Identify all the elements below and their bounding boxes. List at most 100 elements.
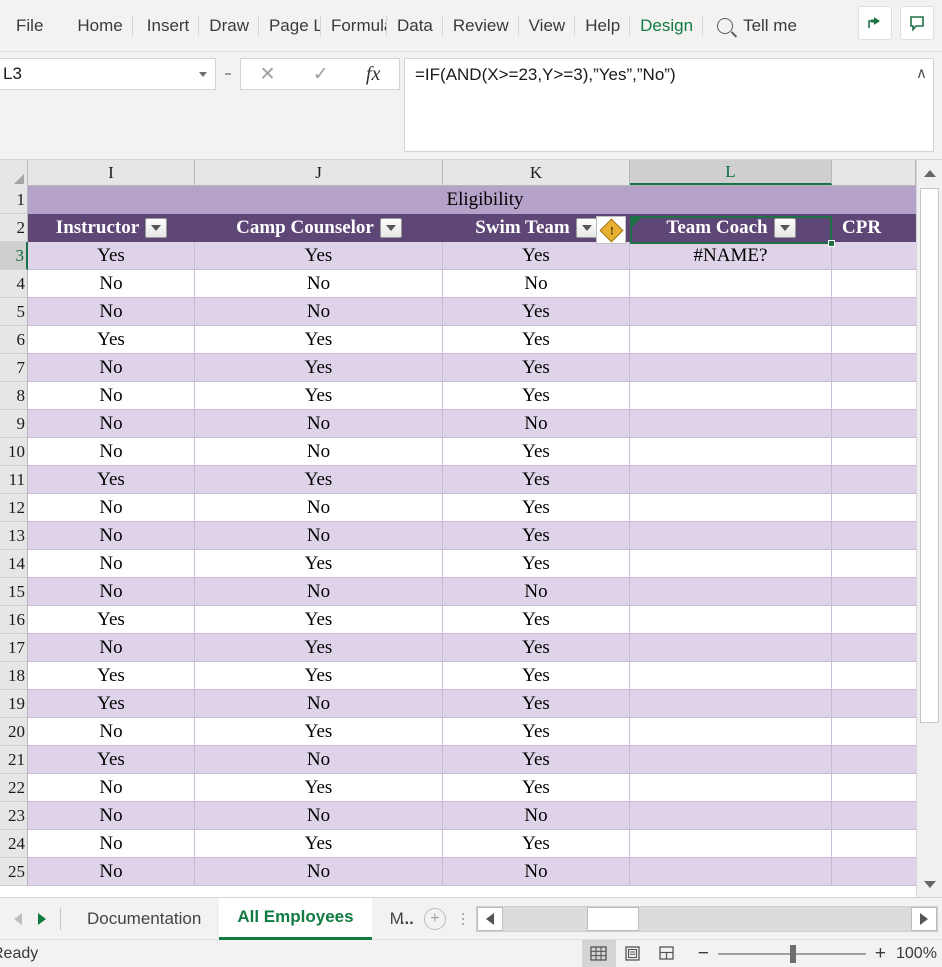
table-cell[interactable]: [832, 774, 916, 802]
table-cell[interactable]: Yes: [443, 634, 630, 662]
table-cell[interactable]: Yes: [443, 494, 630, 522]
table-cell[interactable]: [832, 466, 916, 494]
row-header-24[interactable]: 24: [0, 830, 28, 858]
table-cell[interactable]: No: [195, 522, 443, 550]
filter-dropdown-instructor[interactable]: [145, 218, 168, 238]
table-cell[interactable]: Yes: [195, 718, 443, 746]
table-cell[interactable]: [630, 382, 832, 410]
row-header-3[interactable]: 3: [0, 242, 28, 270]
table-cell[interactable]: Yes: [195, 634, 443, 662]
table-cell[interactable]: [630, 662, 832, 690]
table-cell[interactable]: No: [195, 578, 443, 606]
table-cell[interactable]: No: [195, 410, 443, 438]
ribbon-tab-help[interactable]: Help: [575, 10, 631, 42]
table-cell[interactable]: No: [443, 410, 630, 438]
table-cell[interactable]: [630, 718, 832, 746]
table-cell[interactable]: No: [195, 802, 443, 830]
table-cell[interactable]: #NAME?: [630, 242, 832, 270]
table-cell[interactable]: [630, 858, 832, 886]
row-header-18[interactable]: 18: [0, 662, 28, 690]
row-header-17[interactable]: 17: [0, 634, 28, 662]
ribbon-tab-data[interactable]: Data: [387, 10, 443, 42]
table-cell[interactable]: [832, 522, 916, 550]
table-cell[interactable]: Yes: [443, 438, 630, 466]
column-header-J[interactable]: J: [195, 160, 443, 185]
table-cell[interactable]: [630, 270, 832, 298]
row-header-6[interactable]: 6: [0, 326, 28, 354]
row-header-5[interactable]: 5: [0, 298, 28, 326]
table-cell[interactable]: Yes: [443, 550, 630, 578]
table-cell[interactable]: Yes: [443, 690, 630, 718]
ribbon-tab-view[interactable]: View: [519, 10, 576, 42]
table-cell[interactable]: Yes: [28, 326, 195, 354]
table-cell[interactable]: Yes: [28, 466, 195, 494]
row-header-10[interactable]: 10: [0, 438, 28, 466]
sheet-tab-all-employees[interactable]: All Employees: [219, 897, 372, 940]
chevron-down-icon[interactable]: [199, 71, 207, 77]
column-header-K[interactable]: K: [443, 160, 630, 185]
table-cell[interactable]: Yes: [195, 550, 443, 578]
table-cell[interactable]: [832, 606, 916, 634]
table-cell[interactable]: No: [28, 298, 195, 326]
table-cell[interactable]: Yes: [443, 746, 630, 774]
table-cell[interactable]: [832, 354, 916, 382]
zoom-in-button[interactable]: +: [875, 944, 886, 963]
table-cell[interactable]: [630, 410, 832, 438]
table-cell[interactable]: Yes: [443, 774, 630, 802]
cancel-formula-button[interactable]: ✕: [260, 63, 276, 86]
table-cell[interactable]: [832, 410, 916, 438]
horizontal-scrollbar[interactable]: [475, 905, 938, 932]
table-cell[interactable]: [832, 242, 916, 270]
formula-input[interactable]: =IF(AND(X>=23,Y>=3),”Yes”,”No”) ∧: [404, 58, 934, 152]
table-cell[interactable]: No: [195, 438, 443, 466]
expand-formula-bar-icon[interactable]: ∧: [916, 64, 927, 82]
table-cell[interactable]: [832, 858, 916, 886]
table-cell[interactable]: [832, 802, 916, 830]
sheet-prev-icon[interactable]: [14, 912, 22, 925]
row-header-8[interactable]: 8: [0, 382, 28, 410]
row-header-16[interactable]: 16: [0, 606, 28, 634]
row-header-13[interactable]: 13: [0, 522, 28, 550]
table-cell[interactable]: No: [195, 298, 443, 326]
table-cell[interactable]: [832, 298, 916, 326]
table-cell[interactable]: Yes: [195, 382, 443, 410]
table-cell[interactable]: Yes: [195, 466, 443, 494]
table-cell[interactable]: No: [195, 270, 443, 298]
table-cell[interactable]: Yes: [443, 718, 630, 746]
table-cell[interactable]: No: [28, 494, 195, 522]
scroll-left-button[interactable]: [476, 906, 503, 931]
table-cell[interactable]: [832, 690, 916, 718]
table-cell[interactable]: No: [28, 270, 195, 298]
row-header-20[interactable]: 20: [0, 718, 28, 746]
ribbon-tab-file[interactable]: File: [6, 10, 53, 42]
zoom-slider-track[interactable]: [717, 944, 866, 963]
scroll-right-button[interactable]: [911, 906, 937, 931]
table-cell[interactable]: [832, 494, 916, 522]
table-cell[interactable]: [630, 522, 832, 550]
column-header-M[interactable]: [832, 160, 916, 185]
add-sheet-button[interactable]: +: [423, 907, 446, 930]
table-cell[interactable]: Yes: [443, 606, 630, 634]
page-layout-view-button[interactable]: [616, 940, 650, 967]
scroll-up-button[interactable]: [917, 160, 942, 186]
ribbon-tab-draw[interactable]: Draw: [199, 10, 259, 42]
row-header-23[interactable]: 23: [0, 802, 28, 830]
table-cell[interactable]: No: [443, 578, 630, 606]
table-cell[interactable]: Yes: [195, 242, 443, 270]
ribbon-tab-home[interactable]: Home: [67, 10, 133, 42]
ribbon-tab-insert[interactable]: Insert: [137, 10, 200, 42]
vertical-scroll-thumb[interactable]: [920, 188, 939, 723]
table-cell[interactable]: [832, 382, 916, 410]
ribbon-tab-review[interactable]: Review: [443, 10, 519, 42]
table-cell[interactable]: Yes: [195, 354, 443, 382]
table-cell[interactable]: Yes: [28, 746, 195, 774]
table-cell[interactable]: [832, 718, 916, 746]
tell-me-search[interactable]: Tell me: [717, 16, 797, 36]
table-cell[interactable]: Yes: [443, 466, 630, 494]
table-cell[interactable]: No: [28, 382, 195, 410]
name-box[interactable]: L3: [0, 58, 216, 90]
table-cell[interactable]: [630, 354, 832, 382]
tab-resize-grip[interactable]: [456, 911, 470, 926]
row-header-11[interactable]: 11: [0, 466, 28, 494]
filter-dropdown-team-coach[interactable]: [773, 218, 796, 238]
